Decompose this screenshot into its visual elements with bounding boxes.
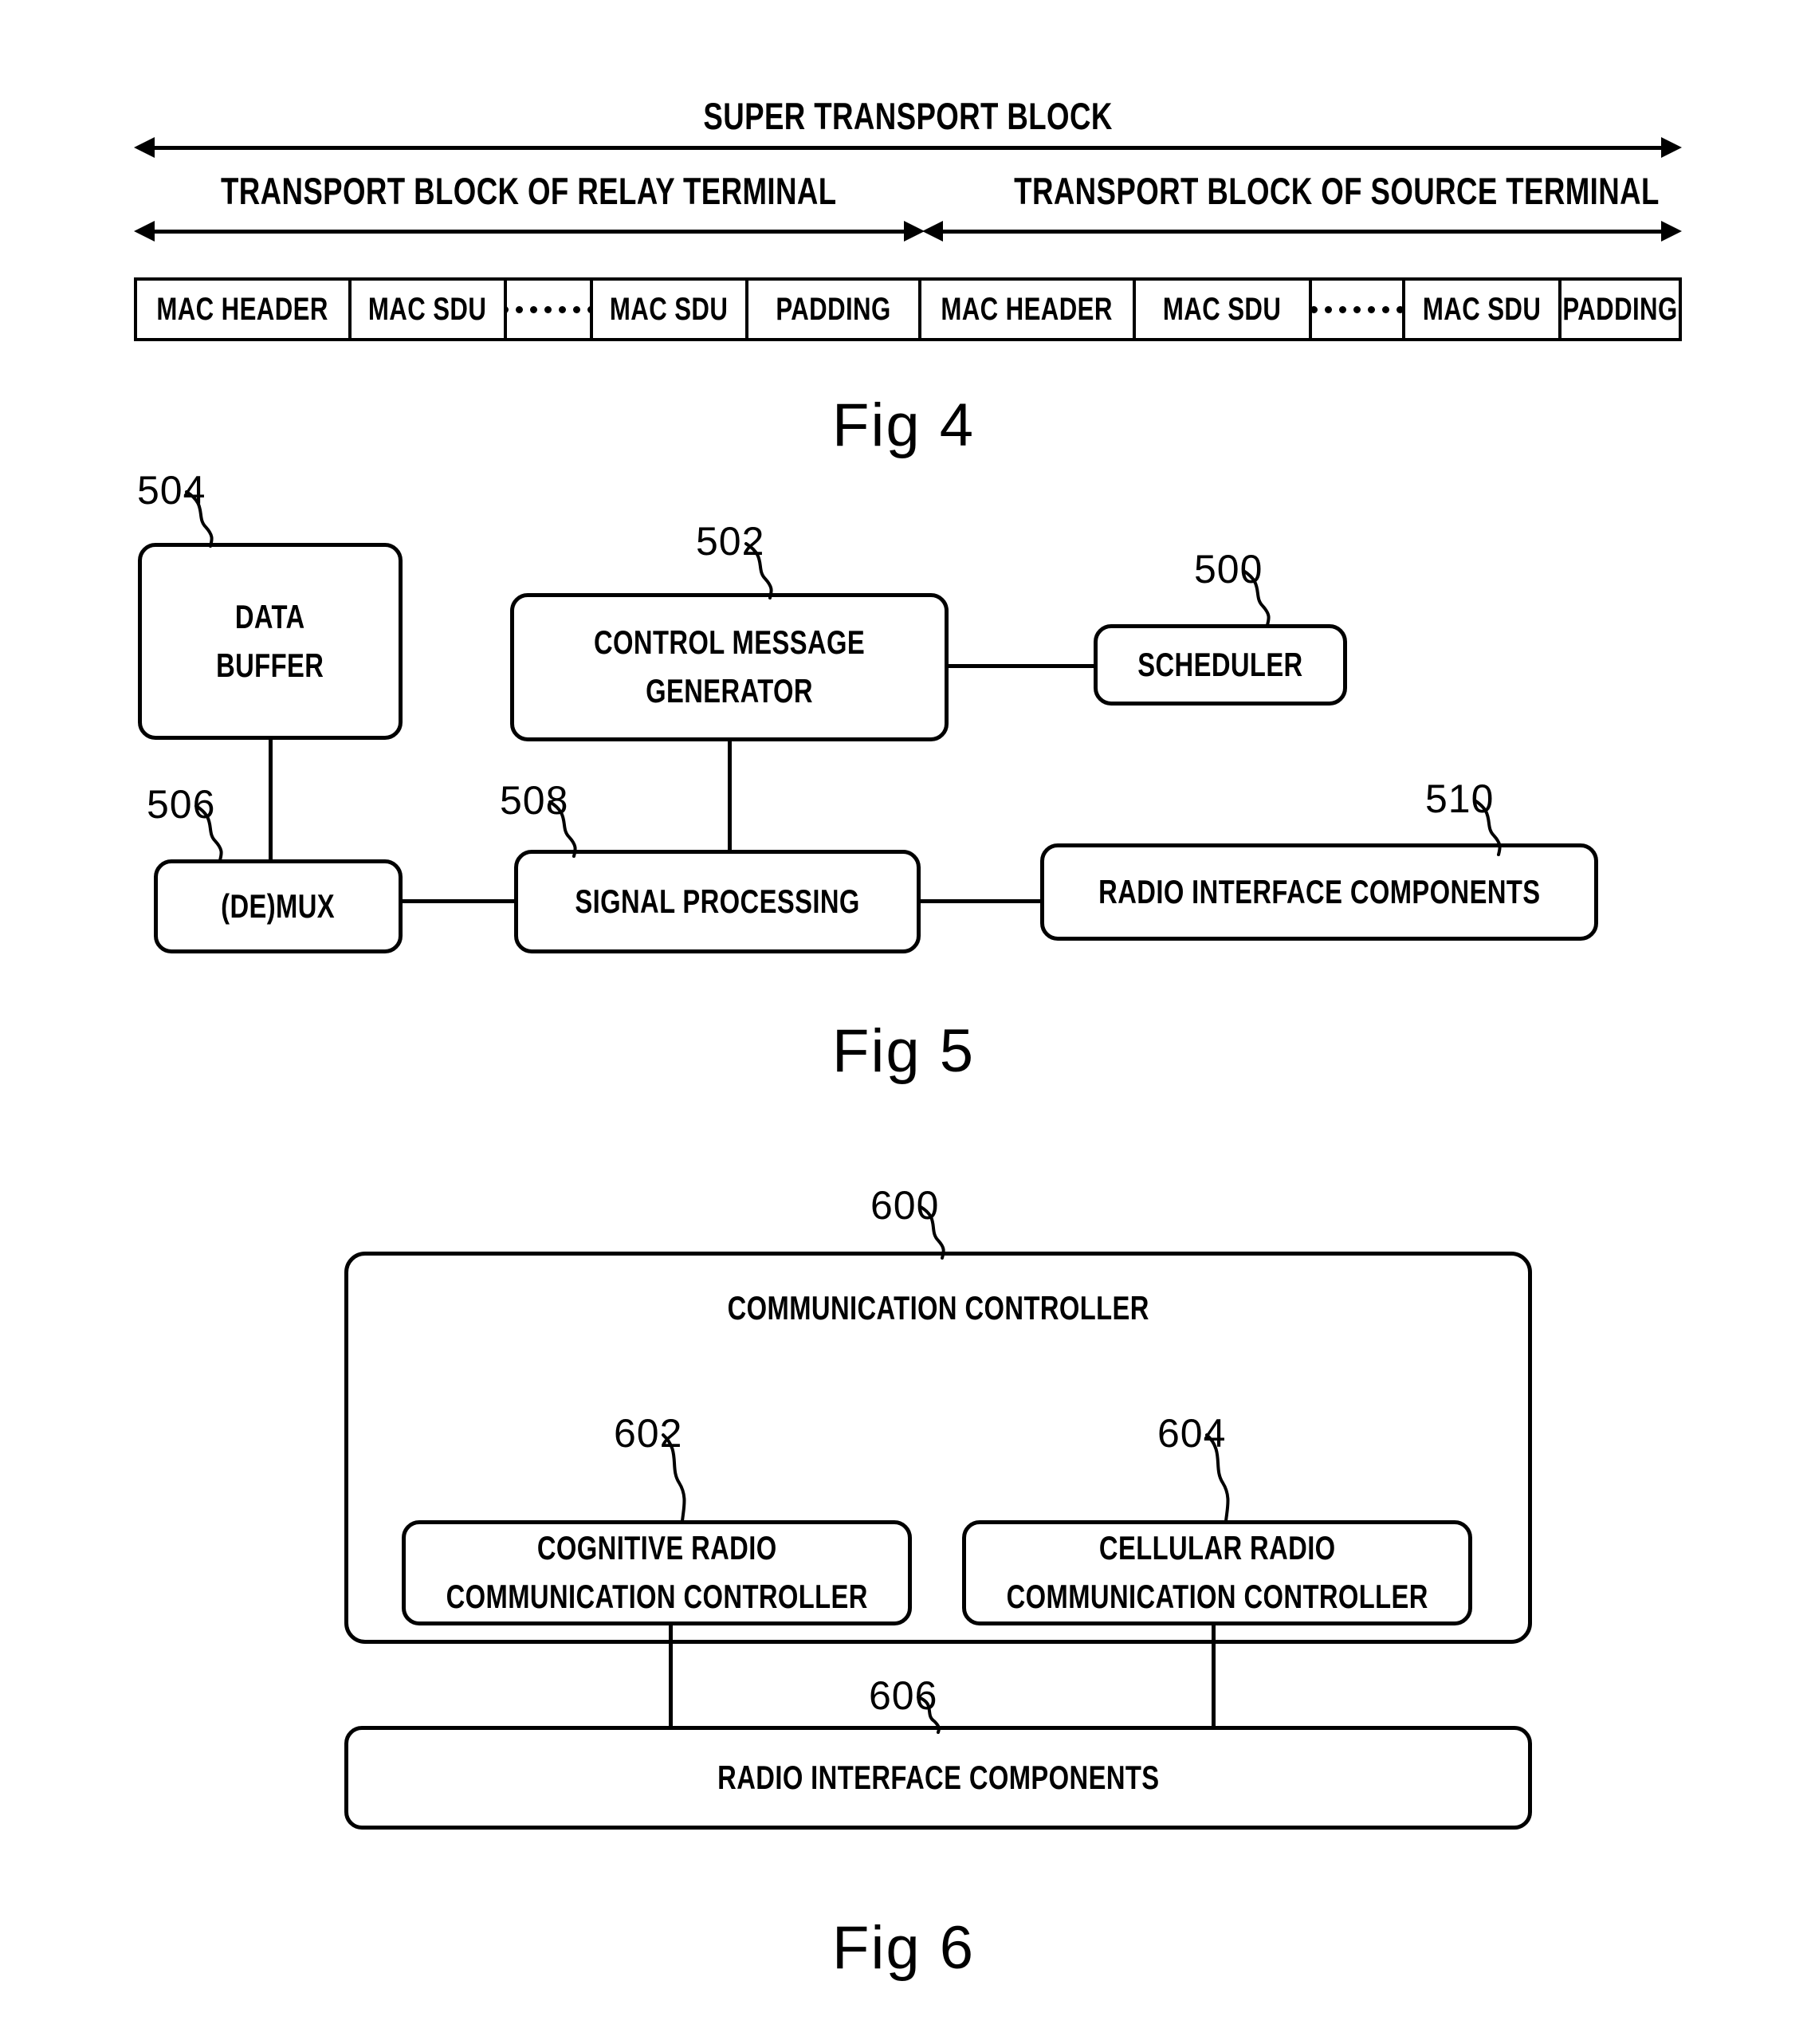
fig6-block-label: RADIO INTERFACE COMPONENTS bbox=[717, 1758, 1160, 1796]
fig6-block-label-line2: COMMUNICATION CONTROLLER bbox=[446, 1578, 868, 1615]
fig6-block-label-line1: CELLULAR RADIO bbox=[1098, 1529, 1336, 1567]
fig6-leader-604 bbox=[1205, 1433, 1230, 1523]
patent-drawing-sheet: SUPER TRANSPORT BLOCK TRANSPORT BLOCK OF… bbox=[0, 0, 1807, 2044]
connector-cognitive-to-radio-interface bbox=[669, 1624, 673, 1728]
fig6-block-cognitive-radio-communication-controller[interactable]: COGNITIVE RADIO COMMUNICATION CONTROLLER bbox=[402, 1520, 912, 1625]
fig6-block-radio-interface-components[interactable]: RADIO INTERFACE COMPONENTS bbox=[344, 1726, 1532, 1830]
figure-6-caption: Fig 6 bbox=[832, 1914, 975, 1982]
fig6-block-cellular-radio-communication-controller[interactable]: CELLULAR RADIO COMMUNICATION CONTROLLER bbox=[962, 1520, 1472, 1625]
fig6-leader-602 bbox=[662, 1433, 686, 1523]
fig6-block-label-line1: COGNITIVE RADIO bbox=[536, 1529, 777, 1567]
fig6-leader-600 bbox=[919, 1205, 945, 1260]
fig6-block-label-line2: COMMUNICATION CONTROLLER bbox=[1006, 1578, 1428, 1615]
figure-6: COMMUNICATION CONTROLLER COGNITIVE RADIO… bbox=[0, 0, 1807, 2044]
fig6-block-label: COMMUNICATION CONTROLLER bbox=[727, 1289, 1149, 1327]
connector-cellular-to-radio-interface bbox=[1212, 1624, 1216, 1728]
fig6-leader-606 bbox=[917, 1696, 941, 1734]
